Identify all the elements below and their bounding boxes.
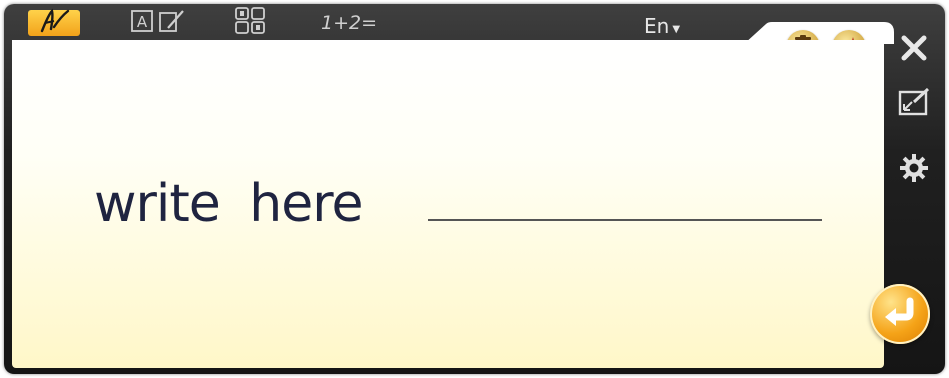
tab-handwriting[interactable]: [28, 7, 80, 39]
close-icon: [899, 33, 929, 67]
writing-baseline: [428, 219, 822, 221]
handwriting-icon: [36, 7, 72, 39]
gear-icon: [898, 152, 930, 188]
mode-tabs: A 1+2= En ▼: [4, 4, 764, 44]
tab-grid-keys[interactable]: [220, 7, 280, 36]
math-icon: 1+2=: [320, 12, 378, 34]
chevron-down-icon: ▼: [672, 23, 681, 35]
svg-text:A: A: [137, 13, 148, 31]
handwriting-input-window: A 1+2= En ▼ write here: [4, 4, 945, 374]
language-selector[interactable]: En ▼: [644, 14, 680, 38]
settings-button[interactable]: [894, 150, 934, 190]
grid-keys-icon: [233, 6, 267, 40]
resize-icon: [898, 87, 930, 120]
enter-icon: [882, 297, 918, 331]
enter-button[interactable]: [870, 284, 930, 344]
tab-keyboard-pen[interactable]: A: [120, 10, 196, 36]
write-here-prompt: write here: [94, 174, 363, 234]
close-button[interactable]: [894, 30, 934, 70]
language-label: En: [644, 14, 670, 38]
keyboard-pen-icon: A: [128, 8, 188, 38]
resize-button[interactable]: [894, 84, 934, 124]
tab-math[interactable]: 1+2=: [304, 10, 394, 36]
